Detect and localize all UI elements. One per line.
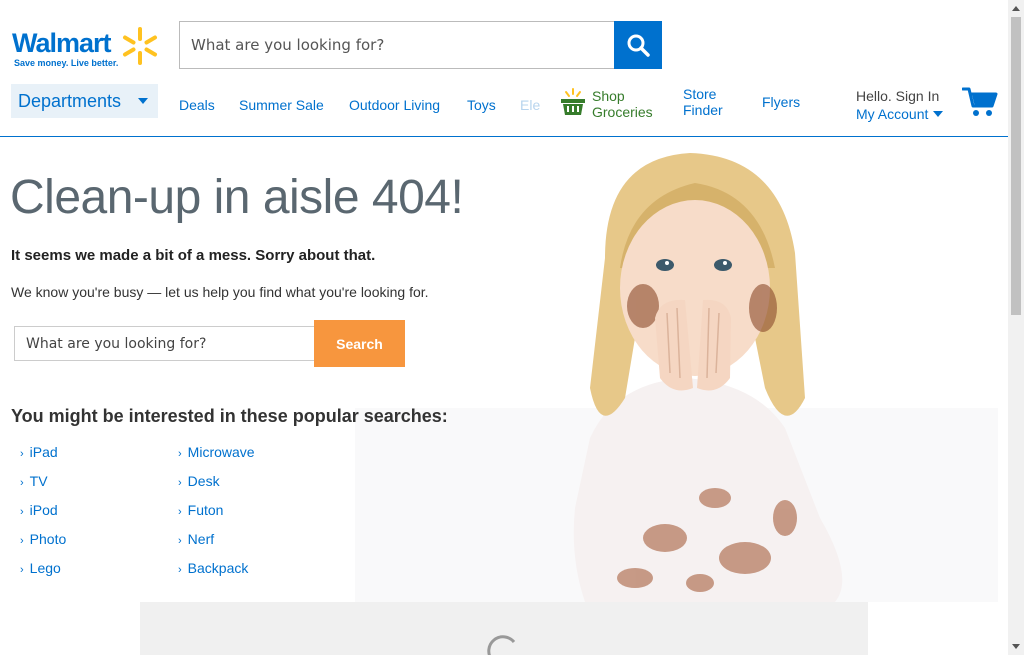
page-title: Clean-up in aisle 404! bbox=[10, 171, 464, 224]
chevron-down-icon bbox=[138, 98, 148, 104]
logo-wordmark: Walmart bbox=[12, 28, 112, 58]
popular-search-link[interactable]: › Futon bbox=[178, 502, 255, 531]
chevron-right-icon: › bbox=[178, 564, 182, 576]
popular-search-link[interactable]: › Microwave bbox=[178, 444, 255, 473]
popular-search-link[interactable]: › TV bbox=[20, 473, 66, 502]
main-search-input[interactable] bbox=[14, 326, 314, 361]
popular-search-link[interactable]: › Backpack bbox=[178, 560, 255, 589]
flyers-link[interactable]: Flyers bbox=[762, 94, 800, 110]
cart-icon[interactable] bbox=[962, 86, 998, 118]
search-icon bbox=[627, 34, 650, 57]
my-account-toggle[interactable]: My Account bbox=[856, 105, 944, 123]
scroll-down-arrow-icon[interactable] bbox=[1012, 644, 1020, 649]
account-menu[interactable]: Hello. Sign In My Account bbox=[856, 87, 944, 123]
popular-search-link[interactable]: › Nerf bbox=[178, 531, 255, 560]
error-subtitle: It seems we made a bit of a mess. Sorry … bbox=[11, 247, 376, 264]
main-search-button[interactable]: Search bbox=[314, 320, 405, 367]
store-finder-link[interactable]: Store Finder bbox=[683, 86, 723, 118]
scroll-up-arrow-icon[interactable] bbox=[1012, 6, 1020, 11]
chevron-down-icon bbox=[933, 111, 944, 117]
nav-deals[interactable]: Deals bbox=[179, 97, 215, 113]
nav-outdoor-living[interactable]: Outdoor Living bbox=[349, 97, 440, 113]
groceries-line1: Shop bbox=[592, 88, 625, 104]
chevron-right-icon: › bbox=[20, 477, 24, 489]
chevron-right-icon: › bbox=[178, 477, 182, 489]
popular-search-link[interactable]: › Photo bbox=[20, 531, 66, 560]
chevron-right-icon: › bbox=[20, 535, 24, 547]
chevron-right-icon: › bbox=[20, 448, 24, 460]
chevron-right-icon: › bbox=[178, 535, 182, 547]
nav-electronics[interactable]: Ele bbox=[520, 97, 540, 113]
content-loading-panel bbox=[140, 602, 868, 655]
chevron-right-icon: › bbox=[178, 448, 182, 460]
nav-summer-sale[interactable]: Summer Sale bbox=[239, 97, 324, 113]
popular-searches-col2: › Microwave › Desk › Futon › Nerf › Backpack bbox=[178, 444, 255, 589]
grocery-basket-icon bbox=[561, 88, 585, 115]
walmart-logo[interactable]: Walmart Save money. Live better. bbox=[12, 26, 162, 70]
sign-in-greeting[interactable]: Hello. Sign In bbox=[856, 87, 943, 105]
main-search-bar: Search bbox=[14, 320, 405, 367]
popular-search-link[interactable]: › iPad bbox=[20, 444, 66, 473]
header-search-button[interactable] bbox=[614, 21, 662, 69]
departments-label: Departments bbox=[18, 90, 122, 111]
store-finder-line2: Finder bbox=[683, 102, 723, 118]
popular-search-link[interactable]: › Lego bbox=[20, 560, 66, 589]
popular-search-link[interactable]: › Desk bbox=[178, 473, 255, 502]
shop-groceries-link[interactable]: Shop Groceries bbox=[560, 88, 670, 122]
popular-searches-title: You might be interested in these popular… bbox=[11, 406, 448, 426]
groceries-line2: Groceries bbox=[592, 104, 653, 120]
chevron-right-icon: › bbox=[178, 506, 182, 518]
logo-tagline: Save money. Live better. bbox=[14, 58, 119, 68]
departments-menu[interactable]: Departments bbox=[11, 84, 158, 118]
loading-spinner-icon bbox=[487, 635, 516, 655]
my-account-label: My Account bbox=[856, 106, 929, 122]
help-text: We know you're busy — let us help you fi… bbox=[11, 284, 429, 300]
header-search-bar bbox=[179, 21, 662, 69]
scrollbar-thumb[interactable] bbox=[1011, 17, 1021, 315]
header-search-input[interactable] bbox=[179, 21, 614, 69]
nav-toys[interactable]: Toys bbox=[467, 97, 496, 113]
chevron-right-icon: › bbox=[20, 506, 24, 518]
popular-searches-col1: › iPad › TV › iPod › Photo › Lego bbox=[20, 444, 66, 589]
chevron-right-icon: › bbox=[20, 564, 24, 576]
header-divider bbox=[0, 136, 1008, 137]
popular-search-link[interactable]: › iPod bbox=[20, 502, 66, 531]
spark-icon bbox=[123, 27, 157, 65]
store-finder-line1: Store bbox=[683, 86, 717, 102]
page-scrollbar[interactable] bbox=[1008, 0, 1024, 655]
